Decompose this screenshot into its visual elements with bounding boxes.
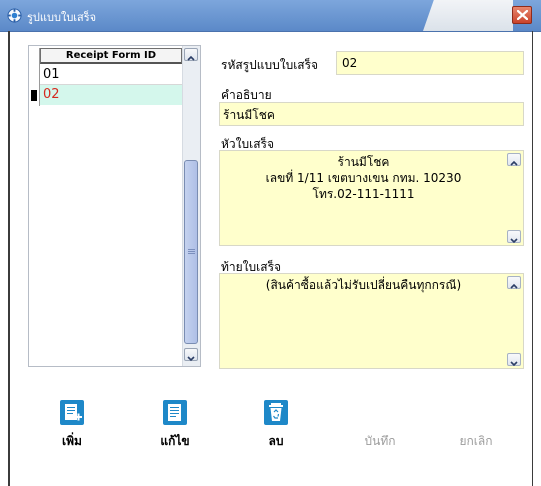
chevron-down-icon bbox=[510, 238, 518, 244]
receipt-footer-text: (สินค้าซื้อแล้วไม่รับเปลี่ยนคืนทุกกรณี) bbox=[265, 278, 462, 292]
description-field[interactable]: ร้านมีโชค bbox=[219, 102, 524, 126]
receipt-form-list[interactable]: Receipt Form ID 01 02 bbox=[28, 45, 201, 367]
chevron-down-icon bbox=[187, 356, 195, 362]
chevron-up-icon bbox=[510, 283, 518, 289]
chevron-up-icon bbox=[187, 55, 195, 61]
table-row-selected[interactable]: 02 bbox=[40, 85, 182, 105]
scroll-down-button[interactable] bbox=[507, 230, 521, 244]
recycle-bin-icon bbox=[264, 400, 288, 425]
window-frame-left bbox=[8, 31, 10, 486]
receipt-code-field[interactable]: 02 bbox=[336, 51, 524, 75]
scroll-grip bbox=[188, 249, 195, 255]
add-button-label: เพิ่ม bbox=[62, 434, 82, 448]
chevron-up-icon bbox=[510, 160, 518, 166]
scroll-up-button[interactable] bbox=[184, 48, 198, 61]
receipt-code-label: รหัสรูปแบบใบเสร็จ bbox=[221, 58, 319, 72]
receipt-code-value: 02 bbox=[342, 56, 358, 70]
save-button-label: บันทึก bbox=[364, 434, 396, 448]
scroll-down-button[interactable] bbox=[184, 348, 198, 362]
scroll-thumb[interactable] bbox=[184, 160, 198, 344]
receipt-footer-scrollbar[interactable] bbox=[506, 275, 522, 367]
window-frame-right bbox=[532, 31, 533, 486]
scroll-up-button[interactable] bbox=[507, 153, 521, 166]
cancel-button-label: ยกเลิก bbox=[459, 434, 493, 448]
title-bar-tab bbox=[423, 0, 513, 31]
edit-button[interactable]: แก้ไข bbox=[149, 399, 201, 459]
column-header-receipt-form-id[interactable]: Receipt Form ID bbox=[40, 48, 182, 64]
list-scrollbar[interactable] bbox=[182, 46, 200, 366]
delete-button[interactable]: ลบ bbox=[250, 399, 302, 459]
cancel-button[interactable]: ยกเลิก bbox=[450, 399, 502, 459]
delete-button-label: ลบ bbox=[268, 434, 284, 448]
app-icon bbox=[7, 8, 22, 23]
receipt-header-scrollbar[interactable] bbox=[506, 152, 522, 244]
scroll-up-button[interactable] bbox=[507, 276, 521, 289]
receipt-header-text: ร้านมีโชค เลขที่ 1/11 เขตบางเขน กทม. 102… bbox=[265, 155, 462, 201]
current-row-marker bbox=[31, 90, 37, 101]
edit-button-label: แก้ไข bbox=[160, 434, 190, 448]
description-value: ร้านมีโชค bbox=[223, 108, 275, 122]
save-button[interactable]: บันทึก bbox=[354, 399, 406, 459]
table-row[interactable]: 01 bbox=[40, 65, 182, 85]
receipt-header-textarea[interactable]: ร้านมีโชค เลขที่ 1/11 เขตบางเขน กทม. 102… bbox=[219, 150, 524, 246]
add-document-icon bbox=[60, 400, 84, 425]
receipt-footer-textarea[interactable]: (สินค้าซื้อแล้วไม่รับเปลี่ยนคืนทุกกรณี) bbox=[219, 273, 524, 369]
edit-document-icon bbox=[163, 400, 187, 425]
chevron-down-icon bbox=[510, 361, 518, 367]
close-icon bbox=[517, 10, 528, 20]
scroll-down-button[interactable] bbox=[507, 353, 521, 367]
title-bar[interactable]: รูปแบบใบเสร็จ bbox=[0, 0, 541, 32]
receipt-form-window: รูปแบบใบเสร็จ Receipt Form ID 01 02 รหัส… bbox=[0, 0, 541, 486]
add-button[interactable]: เพิ่ม bbox=[46, 399, 98, 459]
window-title: รูปแบบใบเสร็จ bbox=[27, 11, 97, 24]
close-button[interactable] bbox=[512, 6, 532, 24]
